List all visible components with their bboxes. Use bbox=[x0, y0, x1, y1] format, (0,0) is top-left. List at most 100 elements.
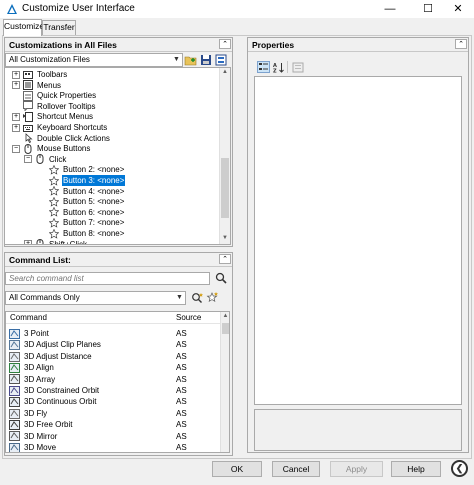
apply-button[interactable]: Apply bbox=[330, 461, 383, 477]
maximize-button[interactable]: ☐ bbox=[412, 0, 444, 18]
tree-item[interactable]: − Click bbox=[24, 154, 67, 165]
close-button[interactable]: ✕ bbox=[442, 0, 474, 18]
collapse-command-list-button[interactable]: ⌃ bbox=[219, 254, 231, 264]
command-name: 3D Align bbox=[24, 363, 54, 373]
tree-item-label: Button 6: <none> bbox=[63, 207, 125, 217]
save-icon[interactable] bbox=[199, 54, 212, 66]
command-row[interactable]: 3D Move AS bbox=[6, 442, 218, 452]
display-filters-icon[interactable] bbox=[214, 54, 227, 66]
rollover-tooltips-icon bbox=[23, 101, 33, 112]
categorized-icon[interactable] bbox=[257, 61, 270, 73]
command-name: 3D Continuous Orbit bbox=[24, 397, 97, 407]
tree-item[interactable]: + Keyboard Shortcuts bbox=[12, 122, 108, 133]
customizations-header: Customizations in All Files bbox=[5, 38, 232, 52]
command-icon bbox=[9, 362, 20, 373]
tree-item[interactable]: Button 8: <none> bbox=[49, 228, 125, 239]
expand-icon[interactable]: + bbox=[12, 112, 20, 121]
command-row[interactable]: 3D Continuous Orbit AS bbox=[6, 396, 218, 408]
property-pages-icon[interactable] bbox=[291, 61, 304, 73]
scroll-down-icon[interactable]: ▼ bbox=[220, 234, 230, 243]
command-list-table[interactable]: Command Source 3 Point AS 3D Adjust Clip P… bbox=[5, 311, 230, 453]
command-source: AS bbox=[176, 374, 187, 384]
tree-item[interactable]: Button 3: <none> bbox=[49, 175, 126, 186]
tree-item[interactable]: Button 4: <none> bbox=[49, 186, 125, 197]
star-icon bbox=[49, 228, 59, 239]
search-icon[interactable] bbox=[214, 272, 227, 284]
expand-icon[interactable]: + bbox=[12, 81, 20, 90]
create-command-icon[interactable] bbox=[206, 292, 219, 304]
command-row[interactable]: 3D Mirror AS bbox=[6, 431, 218, 443]
expand-icon[interactable]: + bbox=[12, 70, 20, 79]
toolbar-separator bbox=[287, 61, 288, 73]
tree-item-label: Mouse Buttons bbox=[37, 144, 91, 154]
column-header-source[interactable]: Source bbox=[172, 312, 220, 324]
tree-item[interactable]: Button 6: <none> bbox=[49, 207, 125, 218]
minimize-button[interactable]: — bbox=[374, 0, 406, 18]
expand-icon[interactable]: + bbox=[12, 123, 20, 132]
tree-scroll-thumb[interactable] bbox=[221, 158, 229, 218]
column-header-command[interactable]: Command bbox=[6, 312, 172, 324]
command-row[interactable]: 3D Align AS bbox=[6, 362, 218, 374]
cancel-button[interactable]: Cancel bbox=[272, 461, 320, 477]
command-icon bbox=[9, 408, 20, 419]
command-source: AS bbox=[176, 386, 187, 395]
command-filter-dropdown[interactable]: All Commands Only bbox=[5, 291, 186, 305]
tree-item[interactable]: + Menus bbox=[12, 80, 62, 91]
collapse-customizations-button[interactable]: ⌃ bbox=[219, 39, 231, 49]
command-list-scrollbar[interactable]: ▲ bbox=[220, 312, 229, 452]
back-arrow-icon[interactable]: ❮ bbox=[451, 460, 468, 477]
tree-item-label: Button 4: <none> bbox=[63, 186, 125, 196]
scroll-up-icon[interactable]: ▲ bbox=[220, 68, 230, 77]
chevron-down-icon[interactable]: ▼ bbox=[171, 54, 182, 66]
command-row[interactable]: 3D Adjust Distance AS bbox=[6, 351, 218, 363]
tree-item-label: Button 5: <none> bbox=[63, 197, 125, 207]
tree-item[interactable]: Button 7: <none> bbox=[49, 217, 125, 228]
help-button[interactable]: Help bbox=[391, 461, 441, 477]
chevron-down-icon[interactable]: ▼ bbox=[174, 292, 185, 304]
scroll-up-icon[interactable]: ▲ bbox=[221, 312, 229, 321]
tree-item-label: Button 8: <none> bbox=[63, 229, 125, 238]
tree-item-label: Menus bbox=[37, 80, 62, 90]
find-command-icon[interactable] bbox=[191, 292, 204, 304]
star-icon bbox=[49, 196, 59, 207]
load-partial-file-icon[interactable] bbox=[184, 54, 197, 66]
collapse-icon[interactable]: − bbox=[12, 144, 20, 153]
customizations-tree[interactable]: + Toolbars + Menus Quick Properties Rollover … bbox=[4, 67, 231, 245]
tree-item[interactable]: Rollover Tooltips bbox=[23, 101, 97, 112]
tree-item[interactable]: + Shortcut Menus bbox=[12, 111, 94, 122]
command-row[interactable]: 3D Array AS bbox=[6, 374, 218, 386]
tree-item[interactable]: Button 2: <none> bbox=[49, 164, 125, 175]
tree-item[interactable]: − Mouse Buttons bbox=[12, 143, 91, 154]
collapse-icon[interactable]: − bbox=[24, 155, 32, 164]
ok-button[interactable]: OK bbox=[212, 461, 262, 477]
tree-item[interactable]: Button 5: <none> bbox=[49, 196, 125, 207]
command-row[interactable]: 3D Constrained Orbit AS bbox=[6, 385, 218, 397]
tree-item[interactable]: + Toolbars bbox=[12, 69, 68, 80]
command-source: AS bbox=[176, 351, 187, 361]
star-icon bbox=[49, 164, 59, 175]
command-scroll-thumb[interactable] bbox=[222, 323, 229, 334]
quick-properties-icon bbox=[23, 90, 33, 101]
command-row[interactable]: 3D Fly AS bbox=[6, 408, 218, 420]
tree-item[interactable]: + Shift+Click bbox=[24, 239, 88, 244]
double-click-icon bbox=[23, 133, 33, 144]
command-filter-value: All Commands Only bbox=[9, 293, 80, 302]
customization-files-dropdown[interactable]: All Customization Files bbox=[5, 53, 183, 67]
collapse-properties-button[interactable]: ⌃ bbox=[455, 39, 467, 49]
alphabetical-sort-icon[interactable]: AZ bbox=[272, 61, 285, 73]
command-row[interactable]: 3 Point AS bbox=[6, 328, 218, 340]
command-source: AS bbox=[176, 408, 187, 418]
mouse-icon bbox=[23, 143, 33, 154]
command-row[interactable]: 3D Free Orbit AS bbox=[6, 419, 218, 431]
command-icon bbox=[9, 374, 20, 385]
tree-item[interactable]: Quick Properties bbox=[23, 90, 97, 101]
tree-item[interactable]: Double Click Actions bbox=[23, 133, 111, 144]
tree-scrollbar[interactable]: ▲ ▼ bbox=[219, 68, 230, 244]
properties-grid[interactable] bbox=[254, 76, 462, 405]
tab-transfer[interactable]: Transfer bbox=[42, 20, 76, 35]
command-row[interactable]: 3D Adjust Clip Planes AS bbox=[6, 339, 218, 351]
search-command-input[interactable] bbox=[5, 272, 210, 285]
tab-customize[interactable]: Customize bbox=[3, 19, 44, 36]
command-source: AS bbox=[176, 340, 187, 350]
expand-icon[interactable]: + bbox=[24, 240, 32, 244]
